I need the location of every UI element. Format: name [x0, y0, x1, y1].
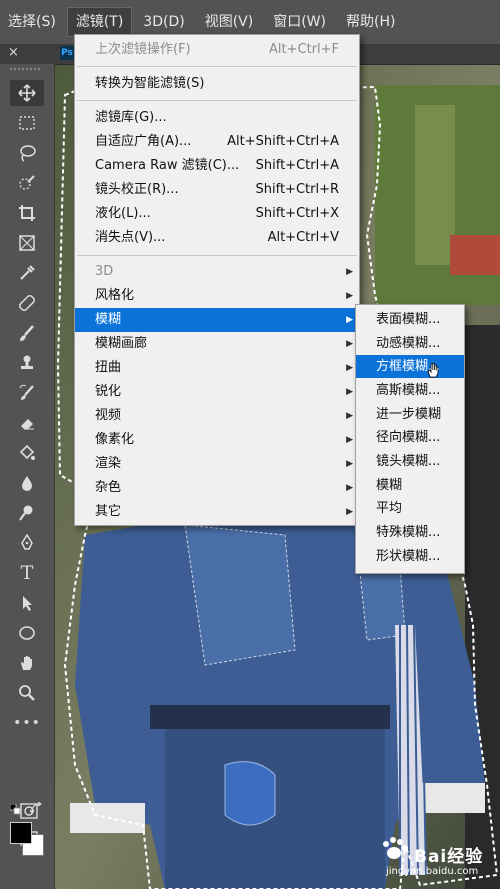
menu-item-blur[interactable]: 模糊 ▶: [75, 308, 359, 332]
submenu-arrow-icon: ▶: [346, 267, 353, 277]
menu-item-filter-gallery[interactable]: 滤镜库(G)...: [75, 106, 359, 130]
menu-separator: [77, 255, 357, 256]
healing-brush-tool-icon[interactable]: [10, 290, 44, 316]
submenu-arrow-icon: ▶: [346, 411, 353, 421]
menu-item-lens-correction[interactable]: 镜头校正(R)... Shift+Ctrl+R: [75, 178, 359, 202]
menu-item-render[interactable]: 渲染 ▶: [75, 452, 359, 476]
baidu-jingyan-watermark: Bai经验 jingyan.baidu.com: [378, 836, 496, 884]
quick-selection-tool-icon[interactable]: [10, 170, 44, 196]
submenu-arrow-icon: ▶: [346, 387, 353, 397]
submenu-item-smart-blur[interactable]: 特殊模糊...: [356, 521, 464, 544]
close-icon[interactable]: ×: [8, 45, 19, 60]
menu-help[interactable]: 帮助(H): [338, 8, 403, 36]
menu-item-vanishing-point[interactable]: 消失点(V)... Alt+Ctrl+V: [75, 226, 359, 250]
submenu-arrow-icon: ▶: [346, 339, 353, 349]
blur-tool-icon[interactable]: [10, 470, 44, 496]
photoshop-icon: Ps: [60, 46, 74, 60]
submenu-item-blur[interactable]: 模糊: [356, 474, 464, 497]
path-selection-tool-icon[interactable]: [10, 590, 44, 616]
ellipse-tool-icon[interactable]: [10, 620, 44, 646]
watermark-url: jingyan.baidu.com: [386, 866, 479, 877]
menu-filter[interactable]: 滤镜(T): [66, 7, 133, 37]
submenu-arrow-icon: ▶: [346, 315, 353, 325]
panel-grip[interactable]: [10, 68, 40, 76]
submenu-arrow-icon: ▶: [346, 459, 353, 469]
menu-item-distort[interactable]: 扭曲 ▶: [75, 356, 359, 380]
submenu-item-motion-blur[interactable]: 动感模糊...: [356, 332, 464, 355]
menu-item-sharpen[interactable]: 锐化 ▶: [75, 380, 359, 404]
menu-item-stylize[interactable]: 风格化 ▶: [75, 284, 359, 308]
menu-select[interactable]: 选择(S): [0, 8, 64, 36]
submenu-item-average[interactable]: 平均: [356, 497, 464, 520]
crop-tool-icon[interactable]: [10, 200, 44, 226]
menu-item-convert-smart-filter[interactable]: 转换为智能滤镜(S): [75, 72, 359, 96]
eyedropper-tool-icon[interactable]: [10, 260, 44, 286]
submenu-item-shape-blur[interactable]: 形状模糊...: [356, 545, 464, 568]
submenu-arrow-icon: ▶: [346, 483, 353, 493]
submenu-item-gaussian-blur[interactable]: 高斯模糊...: [356, 379, 464, 402]
submenu-item-blur-more[interactable]: 进一步模糊: [356, 403, 464, 426]
history-brush-tool-icon[interactable]: [10, 380, 44, 406]
baidu-paw-logo-icon: [383, 837, 408, 859]
more-tools-icon[interactable]: •••: [10, 710, 44, 736]
submenu-item-lens-blur[interactable]: 镜头模糊...: [356, 450, 464, 473]
submenu-arrow-icon: ▶: [346, 363, 353, 373]
move-tool-icon[interactable]: [10, 80, 44, 106]
submenu-arrow-icon: ▶: [346, 507, 353, 517]
tools-panel: T •••: [0, 64, 55, 889]
menu-item-camera-raw[interactable]: Camera Raw 滤镜(C)... Shift+Ctrl+A: [75, 154, 359, 178]
dodge-tool-icon[interactable]: [10, 500, 44, 526]
paint-bucket-tool-icon[interactable]: [10, 440, 44, 466]
submenu-item-surface-blur[interactable]: 表面模糊...: [356, 308, 464, 331]
marquee-tool-icon[interactable]: [10, 110, 44, 136]
filter-menu-dropdown: 上次滤镜操作(F) Alt+Ctrl+F 转换为智能滤镜(S) 滤镜库(G)..…: [74, 34, 360, 526]
zoom-tool-icon[interactable]: [10, 680, 44, 706]
eraser-tool-icon[interactable]: [10, 410, 44, 436]
menu-item-3d[interactable]: 3D ▶: [75, 260, 359, 284]
menu-3d[interactable]: 3D(D): [135, 8, 192, 36]
lasso-tool-icon[interactable]: [10, 140, 44, 166]
menu-item-pixelate[interactable]: 像素化 ▶: [75, 428, 359, 452]
foreground-color-swatch[interactable]: [10, 822, 32, 844]
menu-item-liquify[interactable]: 液化(L)... Shift+Ctrl+X: [75, 202, 359, 226]
watermark-brand: Bai经验: [414, 847, 484, 867]
hand-cursor-icon: [427, 363, 439, 378]
type-tool-icon[interactable]: T: [10, 560, 44, 586]
submenu-arrow-icon: ▶: [346, 435, 353, 445]
submenu-item-radial-blur[interactable]: 径向模糊...: [356, 426, 464, 449]
hand-tool-icon[interactable]: [10, 650, 44, 676]
menu-separator: [77, 100, 357, 101]
menu-separator: [77, 66, 357, 67]
brush-tool-icon[interactable]: [10, 320, 44, 346]
clone-stamp-tool-icon[interactable]: [10, 350, 44, 376]
menu-window[interactable]: 窗口(W): [265, 8, 334, 36]
menu-item-blur-gallery[interactable]: 模糊画廊 ▶: [75, 332, 359, 356]
menu-item-last-filter[interactable]: 上次滤镜操作(F) Alt+Ctrl+F: [75, 38, 359, 62]
blur-submenu: 表面模糊... 动感模糊... 方框模糊... 高斯模糊... 进一步模糊 径向…: [355, 304, 465, 574]
menu-item-adaptive-wide-angle[interactable]: 自适应广角(A)... Alt+Shift+Ctrl+A: [75, 130, 359, 154]
submenu-arrow-icon: ▶: [346, 291, 353, 301]
menu-item-video[interactable]: 视频 ▶: [75, 404, 359, 428]
menu-item-other[interactable]: 其它 ▶: [75, 500, 359, 524]
menu-item-noise[interactable]: 杂色 ▶: [75, 476, 359, 500]
quick-mask-icon[interactable]: [12, 798, 46, 824]
submenu-item-box-blur[interactable]: 方框模糊...: [356, 355, 464, 378]
pen-tool-icon[interactable]: [10, 530, 44, 556]
frame-tool-icon[interactable]: [10, 230, 44, 256]
menu-view[interactable]: 视图(V): [197, 8, 262, 36]
